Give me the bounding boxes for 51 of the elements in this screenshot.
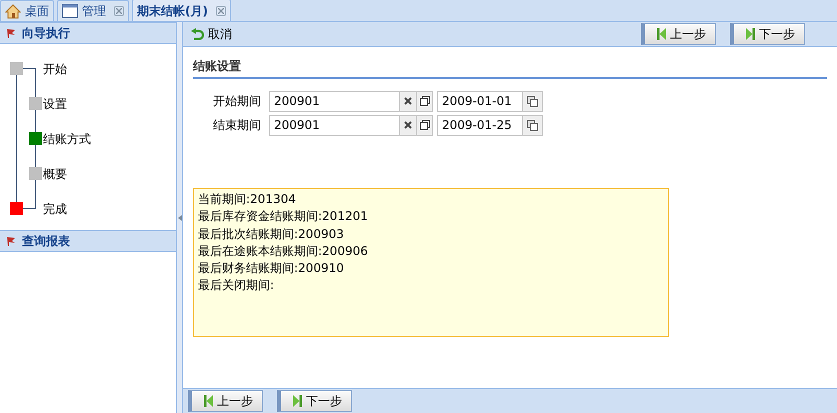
close-icon	[404, 97, 412, 105]
calendar-icon	[527, 120, 538, 130]
period-field[interactable]: 200901	[269, 90, 400, 112]
previous-step-button[interactable]: 上一步	[188, 390, 263, 412]
tab[interactable]: 管理	[57, 0, 129, 21]
info-line: 最后在途账本结账期间:200906	[198, 242, 369, 260]
date-field[interactable]: 2009-01-01	[437, 90, 523, 112]
skip-back-icon	[204, 395, 213, 407]
period-field[interactable]: 200901	[269, 114, 400, 136]
copy-button[interactable]	[416, 90, 433, 112]
step-label: 设置	[43, 96, 67, 112]
panel-header[interactable]: 向导执行	[0, 22, 176, 44]
calendar-icon	[527, 96, 538, 106]
panel-header[interactable]: 查询报表	[0, 230, 176, 252]
next-step-button[interactable]: 下一步	[730, 23, 805, 45]
collapse-arrow-icon[interactable]	[178, 214, 182, 220]
info-line: 最后库存资金结账期间:201201	[198, 208, 369, 226]
calendar-button[interactable]	[523, 114, 543, 136]
house-icon	[5, 4, 21, 18]
undo-icon	[191, 28, 204, 40]
step-label: 结账方式	[43, 130, 91, 148]
info-line: 当前期间:201304	[198, 191, 297, 208]
tab[interactable]: 桌面	[0, 0, 54, 21]
cancel-button[interactable]: 取消	[191, 25, 232, 43]
skip-back-icon	[657, 28, 666, 40]
skip-forward-icon	[293, 395, 302, 407]
window-icon	[62, 4, 78, 18]
flag-icon	[6, 28, 16, 38]
date-field[interactable]: 2009-01-25	[437, 114, 523, 136]
copy-button[interactable]	[416, 114, 433, 136]
field-label: 结束期间	[212, 117, 262, 134]
field-label: 开始期间	[212, 93, 262, 110]
info-line: 最后财务结账期间:200910	[198, 260, 345, 278]
close-icon	[404, 121, 412, 129]
section-title: 结账设置	[193, 57, 827, 79]
calendar-button[interactable]	[523, 90, 543, 112]
step-label: 完成	[43, 200, 67, 218]
info-line: 最后批次结账期间:200903	[198, 226, 345, 243]
previous-step-button[interactable]: 上一步	[641, 23, 716, 45]
next-step-button[interactable]: 下一步	[277, 390, 352, 412]
close-icon[interactable]	[216, 6, 226, 16]
skip-forward-icon	[746, 28, 755, 40]
clear-button[interactable]	[400, 90, 416, 112]
copy-icon	[420, 120, 430, 130]
tab[interactable]: 期末结帐(月)	[132, 0, 231, 21]
step-label: 概要	[43, 166, 67, 182]
copy-icon	[420, 96, 430, 106]
step-label: 开始	[43, 60, 67, 78]
clear-button[interactable]	[400, 114, 416, 136]
info-line: 最后关闭期间:	[198, 277, 276, 294]
flag-icon	[6, 236, 16, 246]
